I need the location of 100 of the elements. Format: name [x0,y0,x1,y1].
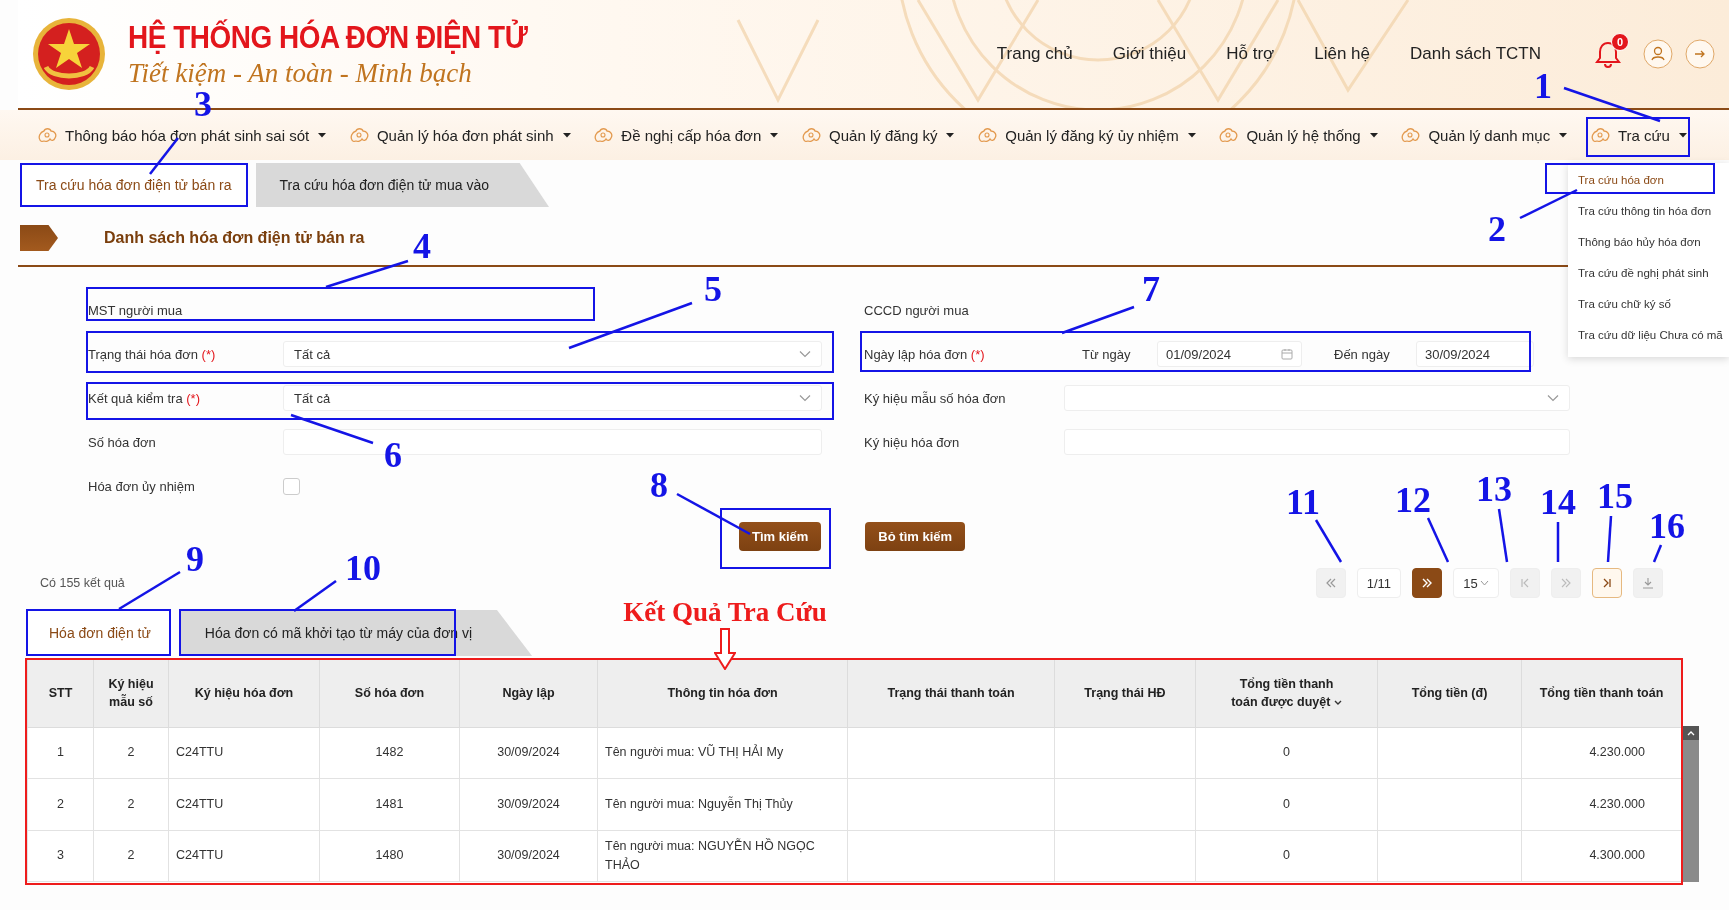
section-title: Danh sách hóa đơn điện tử bán ra [104,229,365,247]
column-header: Tổng tiền thanh toán được duyệt [1195,658,1378,728]
table-cell: 30/09/2024 [459,778,598,830]
next-page-button[interactable] [1412,568,1442,598]
double-chevron-right-icon [1421,578,1433,588]
dropdown-item[interactable]: Tra cứu chữ ký số [1568,289,1729,320]
column-header: Ký hiệu hóa đơn [168,658,320,728]
nav-link[interactable]: Trang chủ [996,44,1073,64]
callout-number: 1 [1534,68,1552,104]
scroll-up-icon[interactable] [1686,730,1695,736]
nav-link[interactable]: Giới thiệu [1112,44,1187,64]
sort-icon[interactable] [1333,699,1342,706]
calendar-icon[interactable] [1281,348,1293,360]
menu-item[interactable]: Quản lý hệ thống [1215,122,1382,148]
caret-icon [769,132,780,138]
column-header: Trạng thái thanh toán [847,658,1055,728]
dropdown-item[interactable]: Thông báo hủy hóa đơn [1568,227,1729,258]
menu-item[interactable]: Quản lý đăng ký ủy nhiệm [974,122,1200,148]
ornament-icon [1589,126,1610,144]
column-header: Thông tin hóa đơn [597,658,848,728]
field-label: Trạng thái hóa đơn (*) [87,346,217,362]
menu-item[interactable]: Tra cứu [1586,122,1691,148]
highlight-title: Kết Quả Tra Cứu [623,598,827,626]
callout-number: 10 [345,550,381,586]
leader-line [1606,515,1613,563]
field-label: Đến ngày [1333,346,1391,362]
date-field[interactable]: 30/09/2024 [1416,341,1534,367]
dropdown-item[interactable]: Tra cứu dữ liệu Chưa có mã [1568,320,1729,351]
table-cell: 4.230.000 [1521,727,1682,779]
table-cell: 0 [1195,778,1378,830]
field-label: Kết quả kiểm tra (*) [87,390,201,406]
nav-link[interactable]: Liên hệ [1314,44,1370,64]
page-size-select[interactable]: 15 [1453,568,1499,598]
table-cell: 1481 [319,778,460,830]
field-label: CCCD người mua [863,302,970,318]
leader-line [1314,519,1343,563]
leader-line [293,580,337,612]
select-field[interactable]: Tất cả [283,385,822,411]
date-field[interactable]: 01/09/2024 [1157,341,1302,367]
callout-number: 11 [1286,484,1320,520]
table-cell: 2 [27,778,94,830]
table-cell: 2 [93,727,169,779]
tab[interactable]: Tra cứu hóa đơn điện tử mua vào [255,163,550,207]
leader-line [1519,188,1578,220]
callout-number: 13 [1476,471,1512,507]
select-field[interactable]: Tất cả [283,341,822,367]
table-cell: 4.300.000 [1521,830,1682,882]
page-indicator: 1/11 [1356,568,1401,598]
chevron-down-icon [799,350,811,358]
callout-number: 5 [704,271,722,307]
nav-link[interactable]: Hỗ trợ [1226,44,1275,64]
column-header: Tổng tiền (đ) [1377,658,1522,728]
search-button[interactable]: Tìm kiếm [739,522,822,551]
table-cell: 4.230.000 [1521,778,1682,830]
caret-icon [1368,132,1379,138]
menu-item[interactable]: Đề nghị cấp hóa đơn [590,122,783,148]
ornament-icon [593,126,614,144]
column-header: Số hóa đơn [319,658,460,728]
notification-badge: 0 [1611,33,1629,51]
field-label: Ngày lập hóa đơn (*) [863,346,986,362]
field-label: Số hóa đơn [87,434,157,450]
down-arrow-icon [714,628,736,670]
menu-item[interactable]: Quản lý hóa đơn phát sinh [345,122,575,148]
column-header: Tổng tiền thanh toán [1521,658,1682,728]
table-cell: 30/09/2024 [459,727,598,779]
nav-link[interactable]: Danh sách TCTN [1410,44,1541,64]
column-header: STT [27,658,94,728]
first-page-icon [1520,578,1530,588]
caret-icon [945,132,956,138]
field-label: Ký hiệu hóa đơn [863,434,961,450]
callout-number: 12 [1395,482,1431,518]
caret-icon [317,132,328,138]
table-cell: Tên người mua: Nguyễn Thị Thủy [597,778,848,830]
column-header: Ngày lập [459,658,598,728]
menu-item[interactable]: Thông báo hóa đơn phát sinh sai sót [34,122,331,148]
caret-icon [1558,132,1569,138]
leader-line [1652,544,1663,563]
menu-item[interactable]: Quản lý đăng ký [798,122,959,148]
bell-icon[interactable] [1595,40,1621,68]
last-page-icon [1602,578,1612,588]
dropdown-item[interactable]: Tra cứu hóa đơn [1568,165,1729,196]
user-icon[interactable] [1643,39,1673,69]
dropdown-item[interactable]: Tra cứu thông tin hóa đơn [1568,196,1729,227]
chevron-down-icon [1479,580,1489,586]
table-cell: 0 [1195,830,1378,882]
table-cell: 1480 [319,830,460,882]
ornament-icon [1400,126,1421,144]
download-icon [1642,577,1654,589]
checkbox[interactable] [283,477,300,495]
callout-number: 2 [1488,211,1506,247]
table-cell: 30/09/2024 [459,830,598,882]
dropdown-item[interactable]: Tra cứu đề nghị phát sinh [1568,258,1729,289]
menu-item[interactable]: Quản lý danh mục [1397,122,1572,148]
column-header: Ký hiệu mẫu số [93,658,169,728]
last-page-button[interactable] [1592,568,1622,598]
select-field[interactable] [1064,385,1570,411]
ornament-icon [1218,126,1239,144]
logout-icon[interactable] [1685,39,1715,69]
clear-search-button[interactable]: Bỏ tìm kiếm [865,522,966,551]
double-chevron-right-icon [1560,578,1572,588]
